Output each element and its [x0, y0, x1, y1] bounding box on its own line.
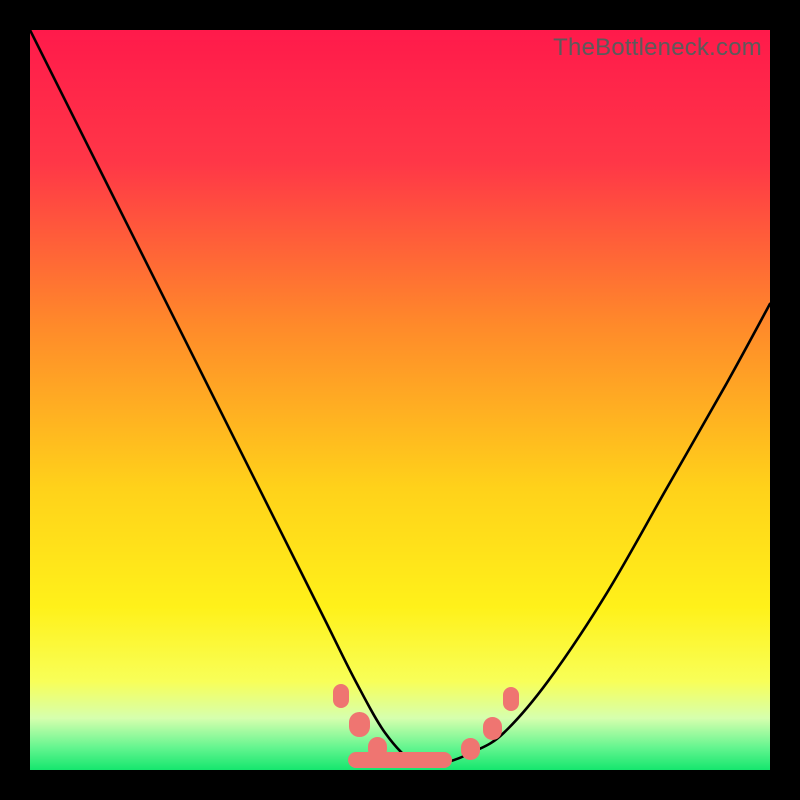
plot-area: TheBottleneck.com [30, 30, 770, 770]
curve-marker [333, 684, 349, 708]
curve-marker [349, 712, 370, 737]
bottom-markers [30, 30, 770, 770]
curve-marker [483, 717, 502, 741]
curve-marker [461, 738, 480, 760]
curve-marker [348, 752, 452, 768]
watermark-text: TheBottleneck.com [553, 34, 762, 62]
chart-frame: TheBottleneck.com [0, 0, 800, 800]
curve-marker [503, 687, 519, 711]
